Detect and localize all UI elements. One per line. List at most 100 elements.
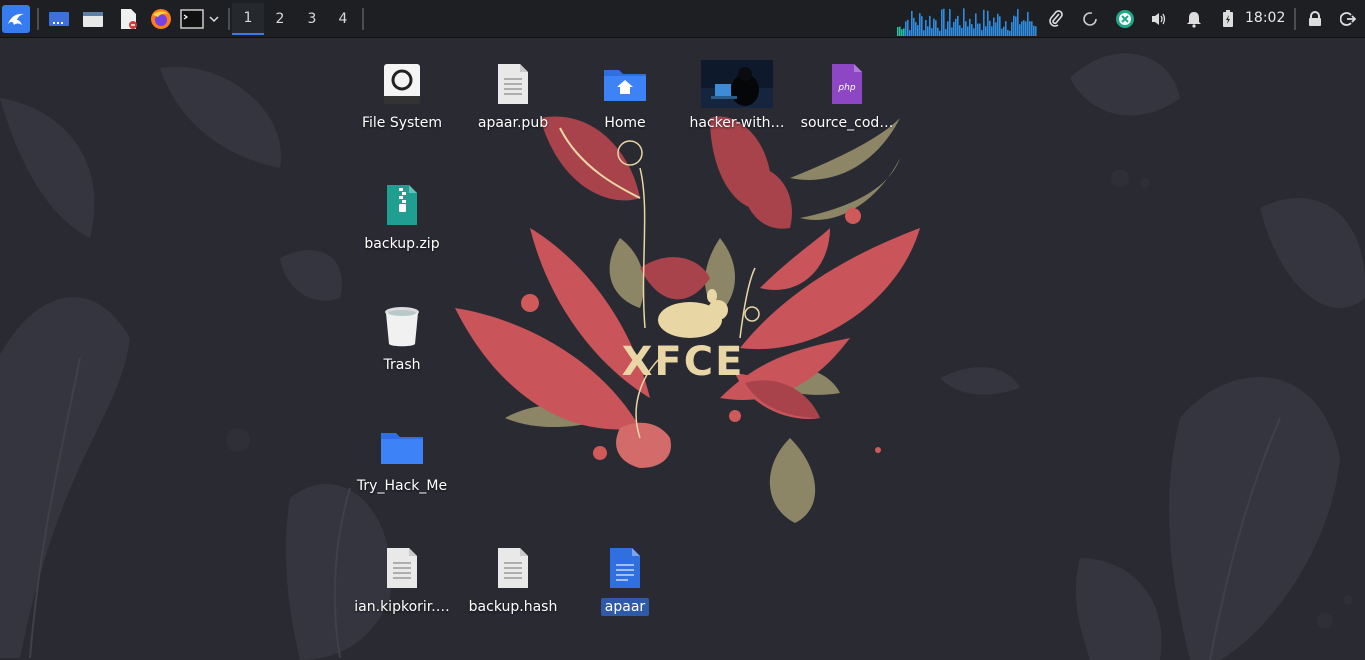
firefox-launcher[interactable] [147, 5, 175, 33]
network-graph-bar [1025, 21, 1027, 36]
network-graph-bar [999, 16, 1001, 36]
network-graph-bar [933, 18, 935, 36]
clock[interactable]: 18:02 [1245, 10, 1285, 26]
network-graph-bar [987, 10, 989, 36]
workspace-label: 1 [243, 10, 253, 26]
network-graph-bar [1029, 21, 1031, 36]
desktop-icon-source-code[interactable]: php source_cod… [792, 60, 902, 150]
kali-dragon-icon [8, 13, 24, 25]
network-graph-bar [1007, 29, 1009, 36]
text-editor-launcher[interactable] [114, 5, 142, 33]
app-menu-button[interactable] [2, 5, 30, 33]
network-graph-bar [1033, 25, 1035, 36]
workspace-4[interactable]: 4 [327, 3, 359, 35]
workspace-3[interactable]: 3 [296, 3, 328, 35]
network-graph-bar [965, 21, 967, 36]
network-graph-bar [917, 25, 919, 36]
network-graph-bar [1013, 15, 1015, 36]
drive-icon [378, 60, 426, 108]
network-graph-bar [981, 30, 983, 36]
trash-icon [378, 302, 426, 350]
desktop-icon-ian-kipkorir[interactable]: ian.kipkorir.… [347, 544, 457, 634]
firefox-icon [151, 9, 171, 29]
network-graph-bar [919, 13, 921, 36]
desktop-icon-backup-hash[interactable]: backup.hash [458, 544, 568, 634]
folder-icon [378, 423, 426, 471]
file-manager-launcher[interactable] [79, 5, 107, 33]
network-graph-bar [959, 25, 961, 36]
desktop-icon-label: hacker-with… [689, 115, 785, 131]
network-graph-bar [947, 21, 949, 36]
desktop-icon-backup-zip[interactable]: backup.zip [347, 181, 457, 271]
network-graph-bar [1031, 21, 1033, 36]
network-graph-bar [985, 26, 987, 36]
terminal-launcher[interactable] [178, 5, 206, 33]
desktop-icon-try-hack-me[interactable]: Try_Hack_Me [347, 423, 457, 513]
battery-icon[interactable] [1218, 9, 1238, 29]
desktop-icon-label: apaar [600, 598, 650, 616]
logout-icon[interactable] [1338, 9, 1358, 29]
network-graph-bar [975, 13, 977, 36]
network-graph-bar [929, 15, 931, 36]
desktop-icon-trash[interactable]: Trash [347, 302, 457, 392]
network-graph-bar [1017, 9, 1019, 36]
desktop-icon-apaar-pub[interactable]: apaar.pub [458, 60, 568, 150]
network-graph-bar [1001, 28, 1003, 36]
network-graph-bar [993, 17, 995, 36]
network-graph-bar [957, 15, 959, 36]
network-graph-bar [979, 23, 981, 36]
network-graph-bar [1009, 30, 1011, 36]
network-graph-bar [907, 19, 909, 36]
network-graph-bar [1019, 24, 1021, 36]
network-graph-bar [941, 9, 943, 36]
network-graph-bar [971, 24, 973, 36]
network-graph-bar [1005, 21, 1007, 36]
desktop-icon-label: source_cod… [800, 115, 894, 131]
network-graph-bar [973, 28, 975, 36]
show-desktop-button[interactable] [45, 5, 73, 33]
desktop-icon-apaar[interactable]: apaar [570, 544, 680, 634]
svg-text:php: php [837, 83, 855, 93]
network-graph-bar [969, 18, 971, 36]
desktop-icon-label: Trash [383, 357, 421, 373]
terminal-icon [180, 9, 204, 29]
network-graph-bar [925, 20, 927, 36]
network-graph-bar [943, 8, 945, 36]
spinner-icon[interactable] [1080, 9, 1100, 29]
network-graph-bar [963, 8, 965, 36]
terminal-dropdown-button[interactable] [205, 5, 223, 33]
folder-icon [83, 12, 103, 27]
network-graph-bar [931, 28, 933, 36]
workspace-label: 3 [307, 11, 317, 27]
paperclip-icon[interactable] [1046, 9, 1066, 29]
desktop-icon-hacker-image[interactable]: hacker-with… [682, 60, 792, 150]
network-graph-bar [951, 27, 953, 36]
network-graph-bar [991, 26, 993, 36]
network-graph-bar [989, 20, 991, 36]
network-graph-bar [899, 26, 901, 36]
top-panel: 1 2 3 4 18:02 [0, 0, 1365, 38]
network-graph-bar [937, 27, 939, 36]
network-graph-bar [961, 27, 963, 36]
lock-icon[interactable] [1305, 9, 1325, 29]
desktop-icon-label: File System [361, 115, 443, 131]
network-graph-bar [901, 29, 903, 36]
desktop-icon-home[interactable]: Home [570, 60, 680, 150]
network-graph-bar [955, 18, 957, 36]
text-file-icon [489, 544, 537, 592]
network-graph-bar [939, 30, 941, 36]
network-graph-bar [983, 9, 985, 36]
update-icon[interactable] [1115, 9, 1135, 29]
network-graph-bar [921, 16, 923, 36]
workspace-1[interactable]: 1 [232, 3, 264, 35]
bell-icon[interactable] [1184, 9, 1204, 29]
network-graph-bar [967, 26, 969, 36]
network-graph-bar [1021, 21, 1023, 36]
text-file-icon [489, 60, 537, 108]
desktop-icon-file-system[interactable]: File System [347, 60, 457, 150]
workspace-2[interactable]: 2 [264, 3, 296, 35]
desktop-icon-label: backup.zip [364, 236, 440, 252]
panel-separator [1294, 8, 1296, 30]
volume-icon[interactable] [1149, 9, 1169, 29]
network-monitor-graph[interactable] [897, 6, 1037, 36]
